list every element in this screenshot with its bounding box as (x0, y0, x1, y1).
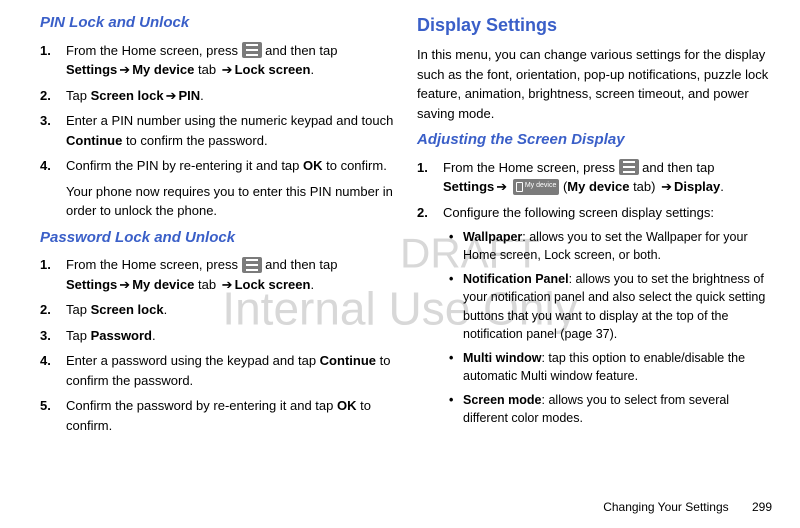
list-item: Screen mode: allows you to select from s… (443, 391, 772, 427)
list-item: 4. Confirm the PIN by re-entering it and… (40, 156, 395, 221)
arrow-icon: ➔ (117, 62, 132, 77)
arrow-icon: ➔ (494, 179, 509, 194)
bold-text: OK (303, 158, 323, 173)
list-item: 1. From the Home screen, press and then … (40, 255, 395, 294)
step-text: and then tap (262, 43, 338, 58)
bold-text: Display (674, 179, 720, 194)
bold-text: OK (337, 398, 357, 413)
menu-icon (242, 42, 262, 58)
list-item: 2. Tap Screen lock. (40, 300, 395, 320)
list-item: 2. Tap Screen lock➔PIN. (40, 86, 395, 106)
bold-text: My device (132, 277, 194, 292)
heading-password-lock: Password Lock and Unlock (40, 227, 395, 250)
page-number: 299 (752, 500, 772, 514)
step-text: Confirm the PIN by re-entering it and ta… (66, 158, 303, 173)
bold-text: Settings (443, 179, 494, 194)
arrow-icon: ➔ (659, 179, 674, 194)
list-item: 1. From the Home screen, press and then … (417, 158, 772, 197)
left-column: PIN Lock and Unlock 1. From the Home scr… (40, 12, 395, 441)
list-item: 4. Enter a password using the keypad and… (40, 351, 395, 390)
list-item: 3. Enter a PIN number using the numeric … (40, 111, 395, 150)
bold-text: PIN (178, 88, 200, 103)
list-item: 3. Tap Password. (40, 326, 395, 346)
pin-lock-steps: 1. From the Home screen, press and then … (40, 41, 395, 221)
arrow-icon: ➔ (220, 277, 235, 292)
list-item: Multi window: tap this option to enable/… (443, 349, 772, 385)
password-lock-steps: 1. From the Home screen, press and then … (40, 255, 395, 435)
footer-text: Changing Your Settings (603, 500, 728, 514)
list-item: 5. Confirm the password by re-entering i… (40, 396, 395, 435)
bold-text: My device (567, 179, 629, 194)
step-text: Enter a PIN number using the numeric key… (66, 113, 393, 128)
bold-text: Lock screen (235, 277, 311, 292)
step-text: From the Home screen, press (66, 43, 242, 58)
step-text: Confirm the password by re-entering it a… (66, 398, 337, 413)
arrow-icon: ➔ (117, 277, 132, 292)
step-text: Enter a password using the keypad and ta… (66, 353, 320, 368)
bold-text: Settings (66, 277, 117, 292)
step-text: Tap (66, 88, 91, 103)
step-text: to confirm the password. (122, 133, 267, 148)
step-text: and then tap (262, 257, 338, 272)
step-text: Tap (66, 328, 91, 343)
bold-text: Settings (66, 62, 117, 77)
step-text: tab (194, 277, 219, 292)
step-text: and then tap (639, 160, 715, 175)
bold-text: Lock screen (235, 62, 311, 77)
display-options-list: Wallpaper: allows you to set the Wallpap… (443, 228, 772, 427)
arrow-icon: ➔ (164, 88, 179, 103)
step-note: Your phone now requires you to enter thi… (66, 182, 395, 221)
icon-label: My device (525, 181, 557, 192)
heading-pin-lock: PIN Lock and Unlock (40, 12, 395, 35)
menu-icon (619, 159, 639, 175)
bold-text: Continue (320, 353, 376, 368)
bold-text: My device (132, 62, 194, 77)
heading-display-settings: Display Settings (417, 12, 772, 39)
step-text: From the Home screen, press (66, 257, 242, 272)
list-item: Wallpaper: allows you to set the Wallpap… (443, 228, 772, 264)
list-item: 1. From the Home screen, press and then … (40, 41, 395, 80)
my-device-icon: My device (513, 179, 560, 195)
step-text: tab (194, 62, 219, 77)
bold-text: Screen mode (463, 393, 542, 407)
display-settings-desc: In this menu, you can change various set… (417, 45, 772, 123)
bold-text: Screen lock (91, 302, 164, 317)
heading-adjusting-display: Adjusting the Screen Display (417, 129, 772, 152)
page-footer: Changing Your Settings 299 (603, 498, 772, 516)
adjusting-display-steps: 1. From the Home screen, press and then … (417, 158, 772, 223)
list-item: Notification Panel: allows you to set th… (443, 270, 772, 343)
step-text: Configure the following screen display s… (443, 205, 714, 220)
step-text: to confirm. (323, 158, 387, 173)
bold-text: Notification Panel (463, 272, 569, 286)
list-item: 2. Configure the following screen displa… (417, 203, 772, 223)
page-content: PIN Lock and Unlock 1. From the Home scr… (0, 0, 800, 441)
bold-text: Screen lock (91, 88, 164, 103)
bold-text: Multi window (463, 351, 541, 365)
arrow-icon: ➔ (220, 62, 235, 77)
bold-text: Password (91, 328, 152, 343)
step-text: From the Home screen, press (443, 160, 619, 175)
right-column: Display Settings In this menu, you can c… (417, 12, 772, 441)
bold-text: Wallpaper (463, 230, 522, 244)
bold-text: Continue (66, 133, 122, 148)
menu-icon (242, 257, 262, 273)
step-text: tab) (629, 179, 659, 194)
step-text: Tap (66, 302, 91, 317)
